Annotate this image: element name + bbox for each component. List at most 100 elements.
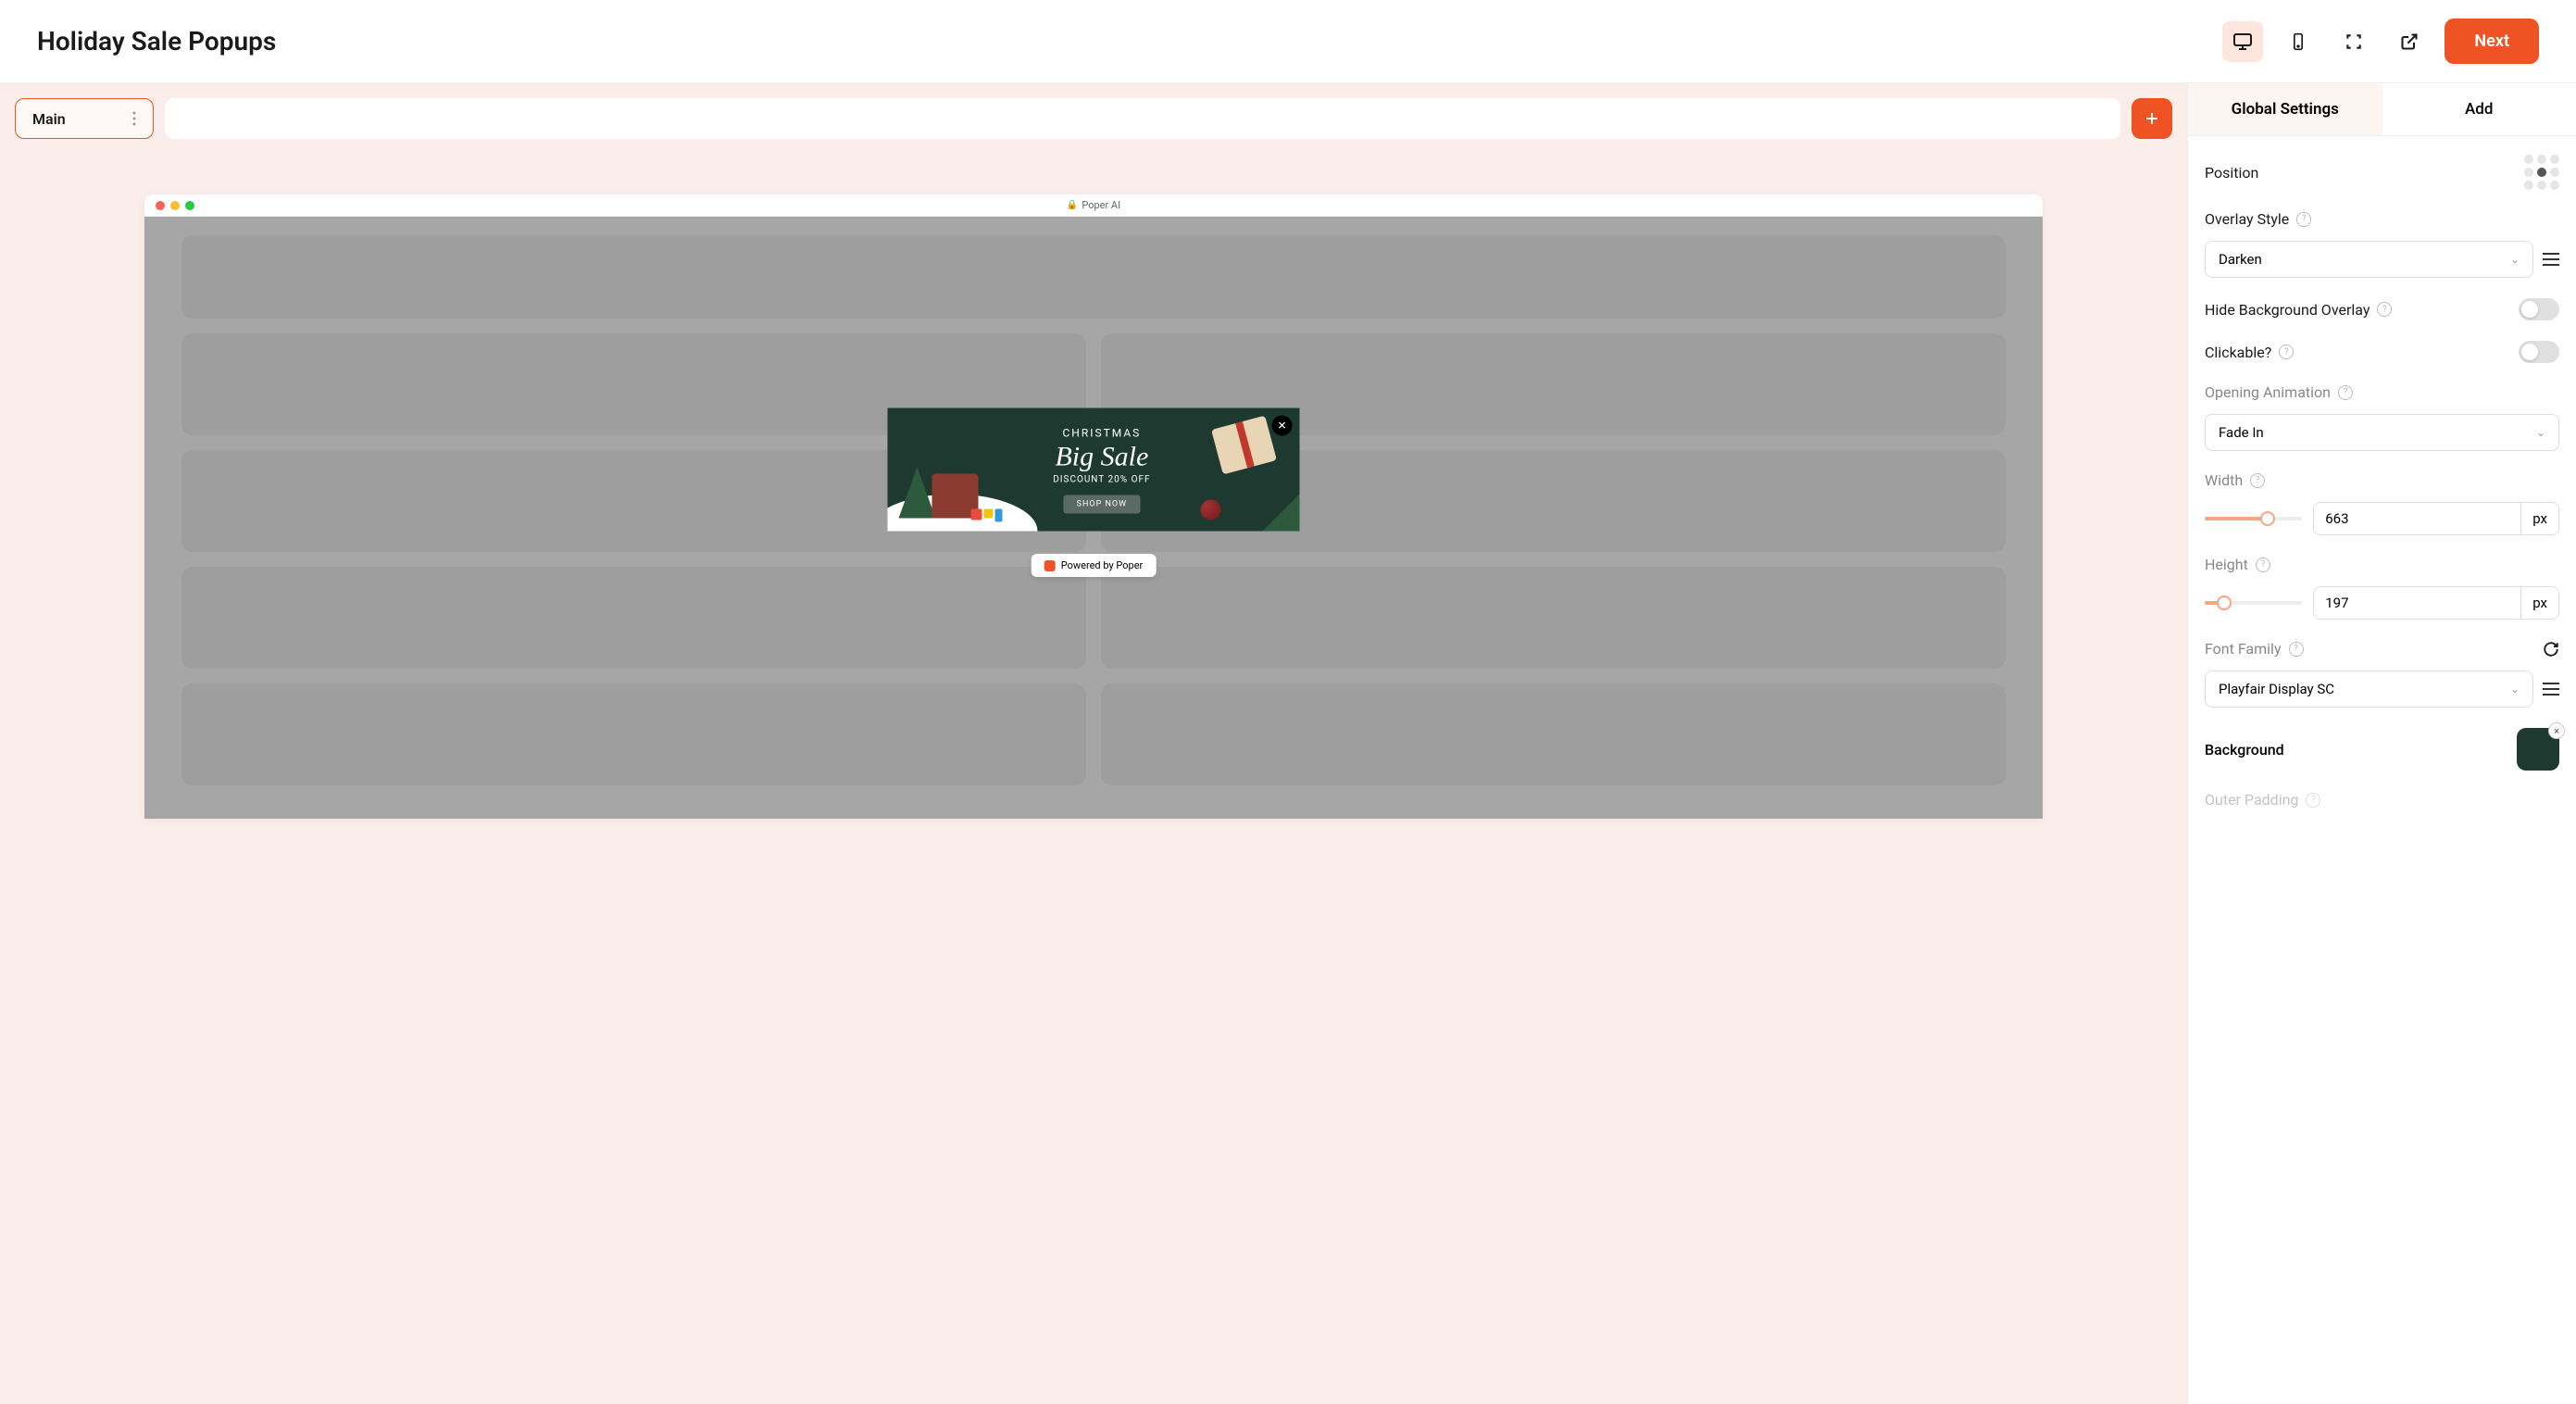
add-step-button[interactable]	[2132, 98, 2172, 139]
help-icon[interactable]: ?	[2306, 793, 2320, 808]
browser-title-text: Poper AI	[1082, 199, 1120, 211]
pos-bot-left[interactable]	[2524, 181, 2533, 190]
tab-add[interactable]: Add	[2382, 83, 2576, 135]
animation-label: Opening Animation ?	[2205, 383, 2353, 401]
popup-close-button[interactable]: ✕	[1271, 416, 1292, 436]
overlay-style-label: Overlay Style ?	[2205, 210, 2311, 228]
browser-chrome: 🔒 Poper AI	[144, 194, 2043, 217]
powered-by-badge[interactable]: Powered by Poper	[1032, 554, 1157, 577]
gift-box-icon	[1211, 416, 1277, 475]
help-icon[interactable]: ?	[2250, 473, 2265, 488]
placeholder-block	[181, 235, 2006, 319]
list-icon[interactable]	[2543, 253, 2559, 266]
mobile-icon	[2289, 31, 2307, 53]
desktop-view-button[interactable]	[2222, 21, 2263, 62]
pos-mid-left[interactable]	[2524, 168, 2533, 177]
position-label: Position	[2205, 164, 2258, 182]
clickable-toggle[interactable]	[2519, 341, 2559, 363]
side-panel: Global Settings Add Position	[2187, 83, 2576, 1404]
window-close-dot	[156, 201, 165, 210]
help-icon[interactable]: ?	[2296, 212, 2311, 227]
tree-icon	[898, 468, 935, 519]
canvas-area: Main 🔒 Poper AI	[0, 83, 2187, 1404]
height-slider-thumb[interactable]	[2217, 595, 2232, 610]
animation-value: Fade In	[2219, 424, 2264, 441]
desktop-icon	[2232, 31, 2254, 53]
pos-top-left[interactable]	[2524, 155, 2533, 164]
lock-icon: 🔒	[1067, 200, 1078, 210]
overlay-style-value: Darken	[2219, 251, 2262, 268]
width-unit[interactable]: px	[2520, 503, 2558, 534]
popup-headline: Big Sale	[1019, 441, 1184, 472]
pos-mid-right[interactable]	[2550, 168, 2559, 177]
external-link-icon	[2400, 32, 2419, 51]
height-slider[interactable]	[2205, 601, 2302, 605]
height-input[interactable]	[2314, 587, 2520, 619]
chevron-down-icon: ⌄	[2510, 253, 2520, 266]
pos-mid-center[interactable]	[2537, 168, 2546, 177]
font-value: Playfair Display SC	[2219, 681, 2334, 697]
step-pill-main[interactable]: Main	[15, 98, 154, 139]
placeholder-block	[1101, 567, 2006, 669]
header-actions: Next	[2222, 19, 2539, 64]
powered-label: Powered by Poper	[1061, 559, 1144, 571]
fullscreen-button[interactable]	[2333, 21, 2374, 62]
refresh-icon[interactable]	[2543, 641, 2559, 658]
animation-select[interactable]: Fade In ⌄	[2205, 414, 2559, 451]
height-unit[interactable]: px	[2520, 587, 2558, 619]
window-max-dot	[185, 201, 194, 210]
external-link-button[interactable]	[2389, 21, 2430, 62]
background-label: Background	[2205, 741, 2284, 758]
placeholder-block	[181, 683, 1086, 785]
clickable-label: Clickable? ?	[2205, 344, 2294, 361]
plus-icon	[2145, 111, 2159, 126]
step-label: Main	[32, 110, 66, 128]
placeholder-block	[1101, 683, 2006, 785]
position-grid[interactable]	[2524, 155, 2559, 190]
chevron-down-icon: ⌄	[2510, 683, 2520, 696]
step-menu-icon[interactable]	[132, 111, 136, 126]
tab-global-settings[interactable]: Global Settings	[2188, 83, 2382, 135]
popup-subtext: DISCOUNT 20% OFF	[1019, 474, 1184, 484]
help-icon[interactable]: ?	[2377, 302, 2392, 317]
width-input[interactable]	[2314, 503, 2520, 534]
fullscreen-icon	[2345, 32, 2363, 51]
hide-bg-toggle[interactable]	[2519, 298, 2559, 320]
list-icon[interactable]	[2543, 683, 2559, 696]
window-min-dot	[170, 201, 180, 210]
next-button[interactable]: Next	[2445, 19, 2539, 64]
hide-bg-label: Hide Background Overlay ?	[2205, 301, 2392, 319]
pos-top-center[interactable]	[2537, 155, 2546, 164]
pos-bot-right[interactable]	[2550, 181, 2559, 190]
browser-title: 🔒 Poper AI	[1067, 199, 1120, 211]
popup-illustration-left	[887, 408, 1019, 532]
width-label: Width ?	[2205, 471, 2265, 489]
overlay-style-select[interactable]: Darken ⌄	[2205, 241, 2533, 278]
font-label: Font Family ?	[2205, 640, 2304, 658]
help-icon[interactable]: ?	[2338, 385, 2353, 400]
width-slider-thumb[interactable]	[2260, 511, 2275, 526]
placeholder-block	[181, 567, 1086, 669]
ornament-icon	[1201, 500, 1221, 520]
font-select[interactable]: Playfair Display SC ⌄	[2205, 671, 2533, 708]
popup-banner[interactable]: ✕ CHRISTMAS Big Sale	[887, 408, 1299, 532]
browser-body[interactable]: ✕ CHRISTMAS Big Sale	[144, 217, 2043, 819]
browser-preview: 🔒 Poper AI	[144, 194, 2043, 819]
pos-bot-center[interactable]	[2537, 181, 2546, 190]
width-slider[interactable]	[2205, 517, 2302, 520]
outer-padding-label: Outer Padding ?	[2205, 791, 2320, 809]
background-swatch[interactable]	[2517, 728, 2559, 771]
poper-logo-icon	[1044, 560, 1056, 571]
step-track	[165, 98, 2120, 139]
chevron-down-icon: ⌄	[2536, 426, 2545, 439]
help-icon[interactable]: ?	[2256, 558, 2270, 572]
mobile-view-button[interactable]	[2278, 21, 2319, 62]
popup-cta-button[interactable]: SHOP NOW	[1064, 495, 1140, 513]
page-title: Holiday Sale Popups	[37, 26, 276, 56]
gifts-icon	[971, 509, 1003, 522]
popup-eyebrow: CHRISTMAS	[1019, 426, 1184, 439]
pos-top-right[interactable]	[2550, 155, 2559, 164]
pine-icon	[1262, 495, 1299, 532]
help-icon[interactable]: ?	[2289, 642, 2304, 657]
help-icon[interactable]: ?	[2279, 345, 2294, 359]
